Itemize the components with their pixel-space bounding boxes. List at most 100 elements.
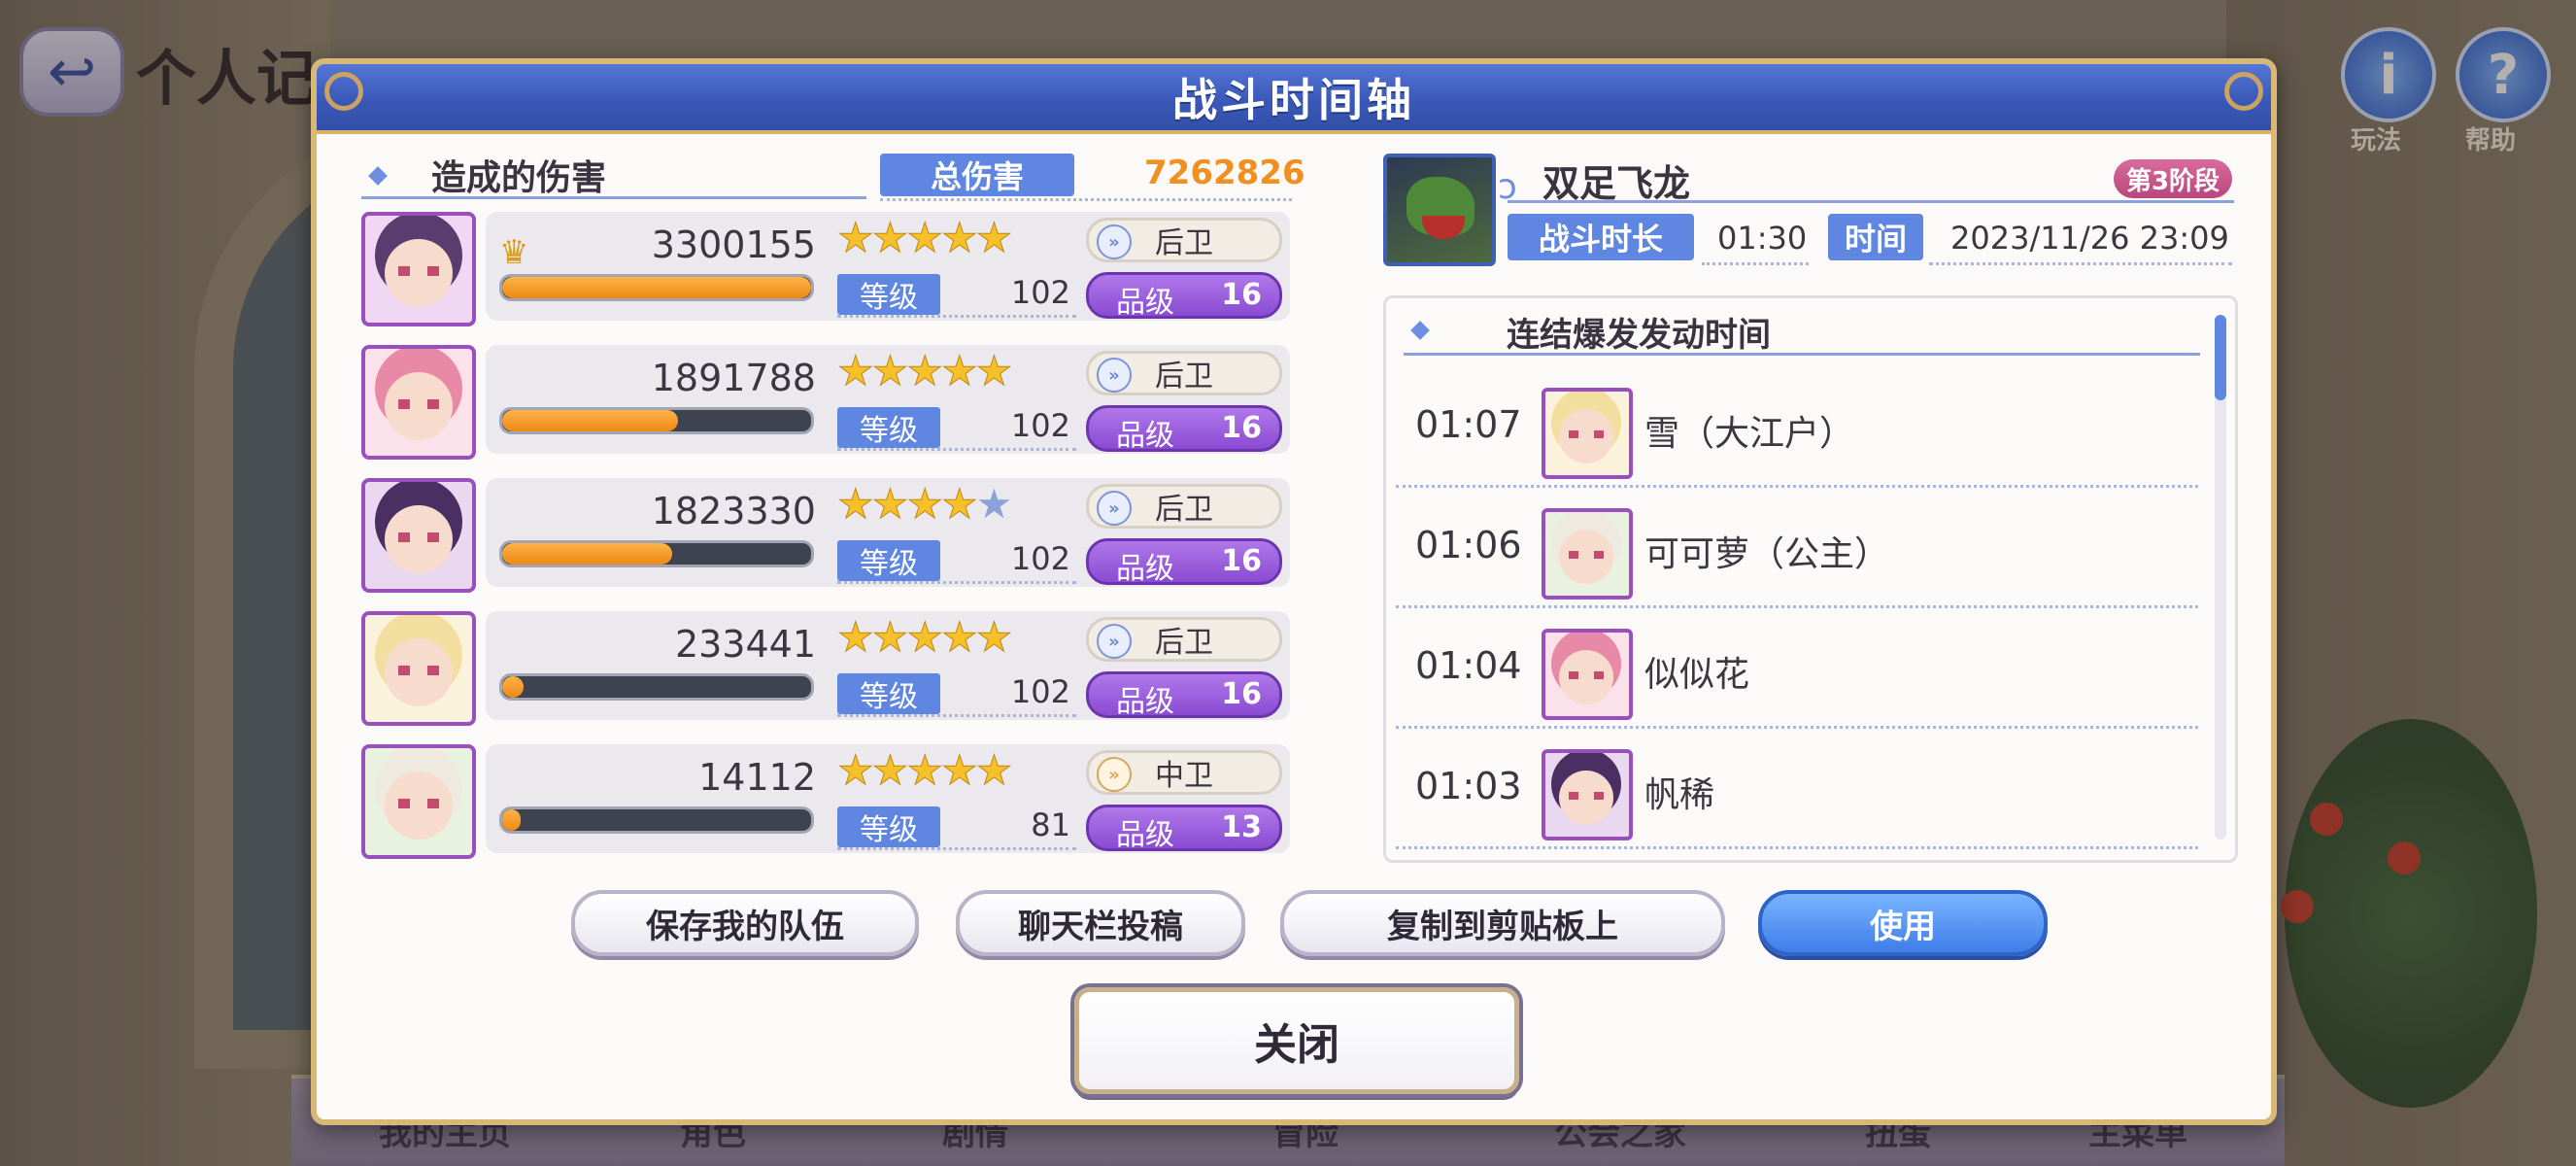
star-icon: ★: [940, 347, 978, 395]
portrait-eyes: [1569, 792, 1604, 800]
scrollbar-thumb[interactable]: [2215, 315, 2226, 400]
battle-timeline-dialog: 战斗时间轴 造成的伤害 总伤害 7262826 ♛ 3300155 ★★★★★ 等级 1…: [311, 58, 2277, 1125]
star-rating: ★★★★★: [837, 347, 1013, 395]
character-damage: 3300155: [651, 223, 816, 266]
total-damage-label: 总伤害: [880, 154, 1074, 196]
rank-value: 13: [1221, 810, 1262, 844]
character-row[interactable]: 1823330 ★★★★★ 等级 102» 后卫 品级 16: [361, 478, 1294, 593]
position-chevron-icon: »: [1097, 757, 1132, 792]
star-icon: ★: [837, 480, 875, 529]
header-ornament: [324, 72, 363, 111]
dialog-title: 战斗时间轴: [1172, 74, 1415, 126]
union-burst-time: 01:03: [1415, 765, 1522, 807]
rank-label: 品级: [1116, 286, 1174, 320]
star-icon: ★: [871, 347, 909, 395]
star-icon: ★: [837, 746, 875, 795]
character-row[interactable]: 233441 ★★★★★ 等级 102» 后卫 品级 16: [361, 611, 1294, 726]
character-stat-card: ♛ 3300155 ★★★★★ 等级 102» 后卫 品级 16: [486, 212, 1290, 321]
union-burst-portrait: [1542, 749, 1633, 840]
union-burst-row: 01:06 可可萝（公主）: [1396, 485, 2198, 608]
section-diamond-icon: [1410, 321, 1430, 340]
union-burst-portrait: [1542, 508, 1633, 600]
character-portrait[interactable]: [361, 611, 476, 726]
portrait-eyes: [1569, 551, 1604, 559]
position-label: 中卫: [1155, 759, 1213, 793]
star-icon: ★: [906, 347, 944, 395]
boss-name: 双足飞龙: [1542, 162, 1691, 205]
save-team-button[interactable]: 保存我的队伍: [571, 890, 919, 956]
level-value: 102: [1010, 274, 1070, 311]
star-icon: ★: [906, 746, 944, 795]
character-portrait[interactable]: [361, 478, 476, 593]
damage-bar: [499, 540, 814, 567]
character-portrait[interactable]: [361, 212, 476, 326]
rank-label: 品级: [1116, 818, 1174, 852]
rank-value: 16: [1221, 544, 1262, 578]
union-burst-row: 01:07 雪（大江户）: [1396, 364, 2198, 488]
star-icon: ★: [906, 214, 944, 262]
union-burst-row: 01:04 似似花: [1396, 605, 2198, 729]
use-button[interactable]: 使用: [1758, 890, 2048, 956]
empty-star-icon: ★: [975, 480, 1013, 528]
damage-bar: [499, 806, 814, 834]
union-burst-scrollbar[interactable]: [2215, 315, 2226, 840]
star-icon: ★: [871, 480, 909, 529]
position-chevron-icon: »: [1097, 358, 1132, 393]
post-to-chat-button[interactable]: 聊天栏投稿: [956, 890, 1245, 956]
level-dotted-line: [837, 714, 1076, 717]
portrait-eyes: [398, 532, 439, 542]
union-burst-portrait: [1542, 388, 1633, 479]
boss-underline: [1508, 200, 2234, 203]
time-label: 时间: [1828, 214, 1923, 260]
position-chevron-icon: »: [1097, 624, 1132, 659]
star-icon: ★: [940, 214, 978, 262]
character-portrait[interactable]: [361, 345, 476, 460]
damage-bar: [499, 274, 814, 301]
copy-to-clipboard-button[interactable]: 复制到剪贴板上: [1280, 890, 1725, 956]
position-label: 后卫: [1155, 493, 1213, 527]
rank-value: 16: [1221, 411, 1262, 445]
boss-portrait: [1383, 154, 1496, 266]
level-label: 等级: [837, 274, 940, 315]
character-portrait[interactable]: [361, 744, 476, 859]
portrait-eyes: [398, 399, 439, 409]
header-ornament: [2224, 72, 2263, 111]
crown-icon: ♛: [499, 233, 529, 272]
time-dotted-line: [1929, 262, 2232, 265]
star-rating: ★★★★★: [837, 214, 1013, 262]
total-damage-value: 7262826: [1144, 154, 1305, 192]
rank-badge: 品级 13: [1086, 805, 1282, 852]
star-icon: ★: [906, 613, 944, 662]
union-burst-character-name: 似似花: [1644, 655, 1750, 695]
damage-bar: [499, 407, 814, 434]
star-icon: ★: [975, 613, 1013, 662]
union-burst-panel[interactable]: 连结爆发发动时间 01:07 雪（大江户） 01:06 可可萝（公主） 01:04 似似花…: [1383, 295, 2238, 863]
portrait-eyes: [398, 666, 439, 675]
time-value: 2023/11/26 23:09: [1950, 220, 2229, 257]
damage-bar: [499, 673, 814, 701]
character-damage: 14112: [698, 756, 816, 799]
star-rating: ★★★★★: [837, 480, 1013, 529]
character-row[interactable]: 1891788 ★★★★★ 等级 102» 后卫 品级 16: [361, 345, 1294, 460]
rank-label: 品级: [1116, 419, 1174, 453]
star-icon: ★: [871, 214, 909, 262]
union-burst-portrait: [1542, 629, 1633, 720]
duration-dotted-line: [1702, 262, 1809, 265]
close-button[interactable]: 关闭: [1074, 987, 1519, 1094]
phase-badge: 第3阶段: [2114, 159, 2232, 198]
position-badge: » 后卫: [1086, 617, 1282, 662]
character-row[interactable]: 14112 ★★★★★ 等级 81» 中卫 品级 13: [361, 744, 1294, 859]
portrait-eyes: [1569, 430, 1604, 438]
level-label: 等级: [837, 806, 940, 847]
star-icon: ★: [975, 214, 1013, 262]
damage-bar-fill: [502, 676, 525, 698]
rank-badge: 品级 16: [1086, 538, 1282, 586]
union-burst-row: 01:03 帆稀: [1396, 726, 2198, 849]
character-row[interactable]: ♛ 3300155 ★★★★★ 等级 102» 后卫 品级 16: [361, 212, 1294, 326]
star-icon: ★: [837, 214, 875, 262]
position-label: 后卫: [1155, 360, 1213, 394]
heading-underline: [1404, 353, 2200, 356]
level-value: 102: [1010, 407, 1070, 444]
position-badge: » 中卫: [1086, 750, 1282, 795]
level-label: 等级: [837, 540, 940, 581]
